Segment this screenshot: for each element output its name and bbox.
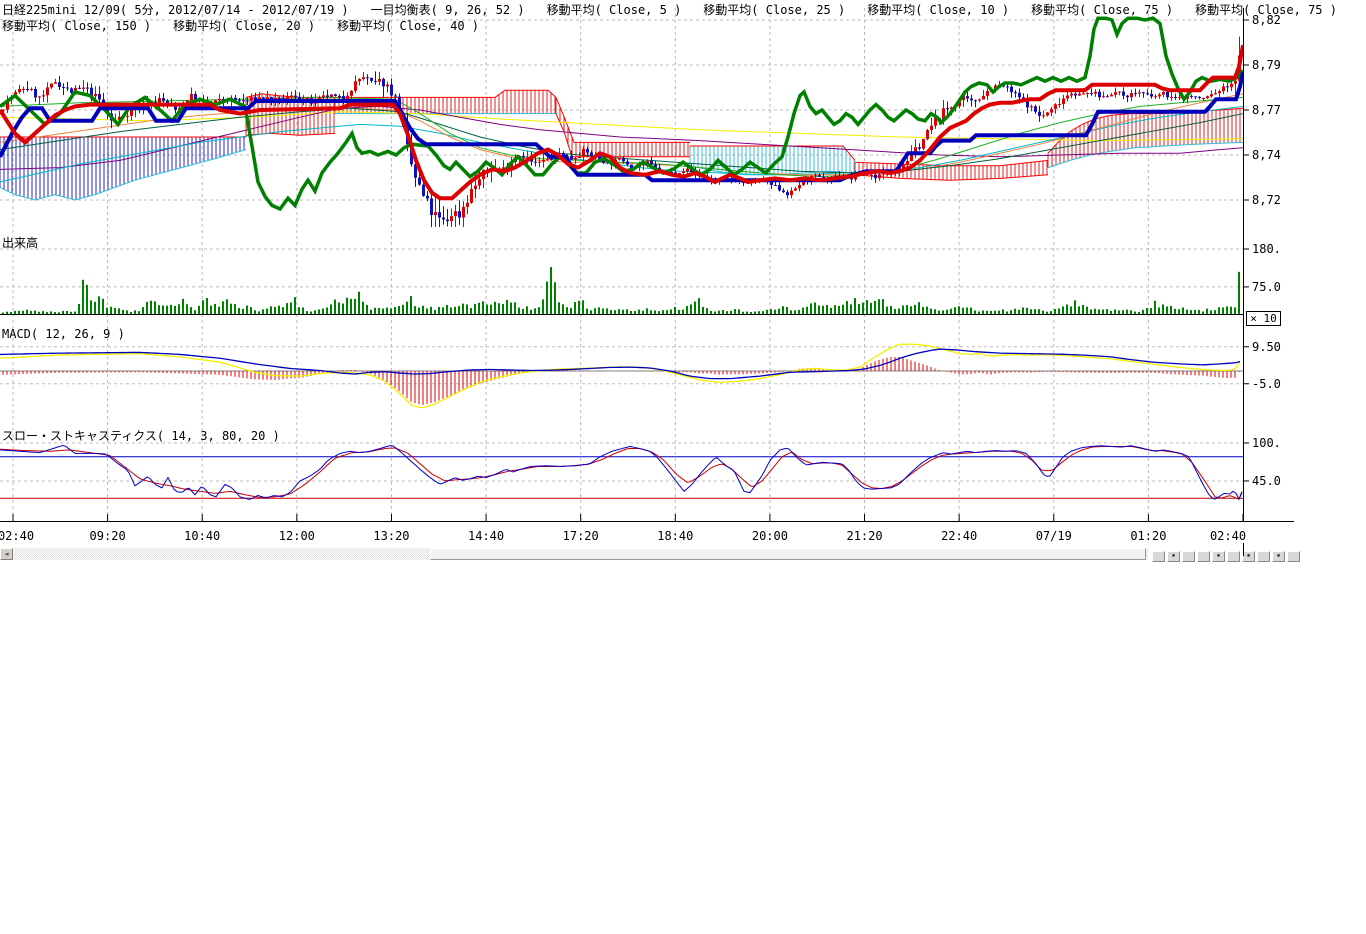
toolbar-button-6[interactable]: [1227, 551, 1240, 562]
svg-text:02:40: 02:40: [1210, 529, 1246, 543]
svg-text:09:20: 09:20: [90, 529, 126, 543]
volume-panel-label: 出来高: [2, 234, 38, 251]
svg-text:180.: 180.: [1252, 242, 1281, 256]
toolbar-button-9[interactable]: ▪: [1272, 551, 1285, 562]
svg-text:45.0: 45.0: [1252, 474, 1281, 488]
svg-text:14:40: 14:40: [468, 529, 504, 543]
svg-text:12:00: 12:00: [279, 529, 315, 543]
chart-toolbar-buttons: ▪▪▪▪: [1152, 551, 1302, 562]
svg-text:8,72: 8,72: [1252, 193, 1281, 207]
svg-text:17:20: 17:20: [563, 529, 599, 543]
toolbar-button-5[interactable]: ▪: [1212, 551, 1225, 562]
chart-canvas[interactable]: 8,82 8,79 8,77 8,74 8,72 180. 75.0 9.50 -5.0 100.…: [0, 0, 1366, 570]
svg-text:9.50: 9.50: [1252, 340, 1281, 354]
svg-text:8,77: 8,77: [1252, 103, 1281, 117]
volume-multiplier-label: × 10: [1250, 312, 1277, 325]
svg-text:21:20: 21:20: [846, 529, 882, 543]
svg-text:20:00: 20:00: [752, 529, 788, 543]
volume-bars-layer: [2, 267, 1240, 314]
volume-multiplier-box: × 10: [1246, 311, 1281, 326]
toolbar-button-4[interactable]: [1197, 551, 1210, 562]
axes-layer: 8,82 8,79 8,77 8,74 8,72 180. 75.0 9.50 -5.0 100.…: [0, 8, 1294, 543]
macd-layer: [0, 344, 1243, 407]
svg-text:8,74: 8,74: [1252, 148, 1281, 162]
svg-text:100.: 100.: [1252, 436, 1281, 450]
scrollbar-left-arrow-icon[interactable]: ◄: [0, 548, 13, 560]
svg-text:02:40: 02:40: [0, 529, 34, 543]
toolbar-button-3[interactable]: [1182, 551, 1195, 562]
chart-application-window: 日経225mini 12/09( 5分, 2012/07/14 - 2012/0…: [0, 0, 1366, 934]
svg-text:13:20: 13:20: [373, 529, 409, 543]
scrollbar-thumb[interactable]: [430, 548, 1146, 560]
axis-line-tail: [1243, 543, 1244, 556]
toolbar-button-10[interactable]: [1287, 551, 1300, 562]
toolbar-button-1[interactable]: [1152, 551, 1165, 562]
svg-text:75.0: 75.0: [1252, 280, 1281, 294]
horizontal-scrollbar[interactable]: ◄: [0, 548, 1148, 560]
stochastics-panel-label: スロー・ストキャスティクス( 14, 3, 80, 20 ): [2, 427, 280, 444]
stochastics-layer: [0, 445, 1243, 499]
svg-text:18:40: 18:40: [657, 529, 693, 543]
svg-text:10:40: 10:40: [184, 529, 220, 543]
svg-text:8,82: 8,82: [1252, 13, 1281, 27]
svg-text:-5.0: -5.0: [1252, 377, 1281, 391]
svg-text:22:40: 22:40: [941, 529, 977, 543]
macd-panel-label: MACD( 12, 26, 9 ): [2, 327, 125, 341]
thick-moving-average-layer: [0, 18, 1243, 209]
toolbar-button-2[interactable]: ▪: [1167, 551, 1180, 562]
svg-text:01:20: 01:20: [1130, 529, 1166, 543]
svg-text:07/19: 07/19: [1036, 529, 1072, 543]
toolbar-button-8[interactable]: [1257, 551, 1270, 562]
svg-text:8,79: 8,79: [1252, 58, 1281, 72]
